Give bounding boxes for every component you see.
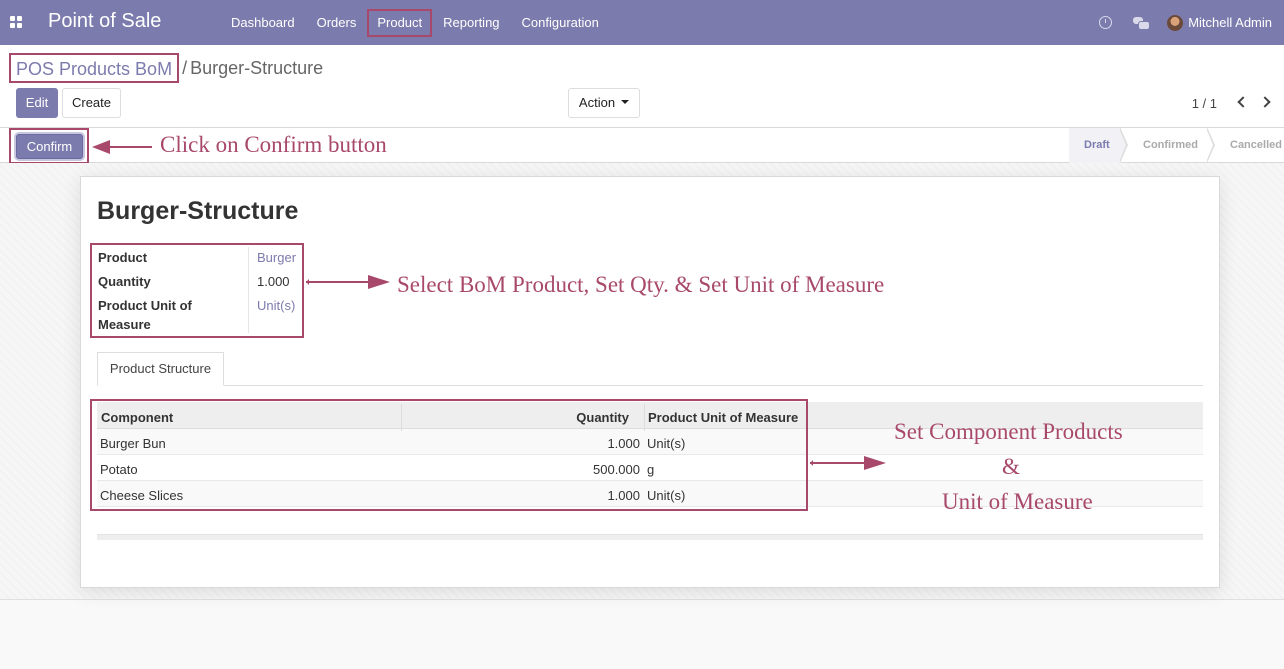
pager-value[interactable]: 1 / 1 [1192, 96, 1217, 111]
field-value-product[interactable]: Burger [257, 250, 296, 265]
arrow-head [864, 456, 886, 470]
breadcrumb-parent-link[interactable]: POS Products BoM [9, 53, 180, 83]
annotation-confirm: Click on Confirm button [160, 132, 387, 157]
arrow-head [368, 275, 390, 289]
annotation-arrow-components [810, 456, 886, 470]
tab-product-structure[interactable]: Product Structure [97, 352, 224, 386]
fields-highlight-box: Product Burger Quantity 1.000 Product Un… [90, 243, 304, 338]
menu-orders[interactable]: Orders [306, 9, 368, 37]
cell-component: Burger Bun [100, 436, 166, 451]
tab-underline [97, 385, 1203, 386]
menu-dashboard[interactable]: Dashboard [220, 9, 306, 37]
field-value-uom[interactable]: Unit(s) [257, 298, 295, 313]
avatar[interactable] [1167, 14, 1184, 31]
form-sheet: Burger-Structure Product Burger Quantity… [80, 176, 1220, 588]
cell-uom: g [647, 462, 655, 477]
confirm-highlight-box: Confirm [9, 128, 89, 164]
cell-uom: Unit(s) [647, 488, 686, 503]
apps-grid-icon[interactable] [10, 16, 22, 28]
table-highlight-box: Component Quantity Product Unit of Measu… [90, 399, 808, 511]
chevron-right-icon [1259, 96, 1271, 108]
cell-component: Cheese Slices [100, 488, 184, 503]
column-divider [401, 404, 402, 431]
create-button[interactable]: Create [62, 88, 121, 118]
stage-draft: Draft [1069, 127, 1128, 163]
stage-confirmed: Confirmed [1121, 127, 1215, 163]
clock-icon[interactable] [1099, 16, 1113, 29]
chevron-left-icon [1237, 96, 1249, 108]
table-footer [97, 534, 1203, 540]
action-label: Action [578, 95, 616, 110]
menu-reporting[interactable]: Reporting [432, 9, 510, 37]
record-title: Burger-Structure [97, 197, 299, 225]
annotation-arrow-fields [306, 275, 390, 289]
cell-component: Potato [100, 462, 138, 477]
breadcrumb-current: Burger-Structure [190, 57, 324, 78]
status-stages: Draft Confirmed Cancelled [1069, 127, 1284, 163]
menu-product[interactable]: Product [367, 9, 433, 37]
field-label-product: Product [98, 250, 148, 265]
arrow-shaft [100, 146, 152, 148]
stage-confirmed-label: Confirmed [1143, 139, 1198, 151]
app-title[interactable]: Point of Sale [48, 10, 161, 33]
menu-configuration[interactable]: Configuration [511, 9, 610, 37]
arrow-shaft [810, 462, 868, 464]
main-menu: Dashboard Orders Product Reporting Confi… [220, 9, 610, 37]
control-panel: POS Products BoM / Burger-Structure Edit… [0, 45, 1284, 128]
column-header-component[interactable]: Component [101, 404, 173, 431]
breadcrumb: POS Products BoM / Burger-Structure [9, 53, 323, 83]
column-header-quantity[interactable]: Quantity [404, 404, 629, 431]
action-dropdown[interactable]: Action [568, 88, 640, 118]
stage-cancelled: Cancelled [1208, 128, 1284, 163]
cell-uom: Unit(s) [647, 436, 686, 451]
annotation-fields: Select BoM Product, Set Qty. & Set Unit … [397, 272, 885, 297]
chat-icon[interactable] [1133, 17, 1151, 30]
stage-draft-label: Draft [1084, 139, 1110, 151]
stage-cancelled-label: Cancelled [1230, 139, 1282, 151]
column-header-uom[interactable]: Product Unit of Measure [648, 404, 798, 431]
pager-previous-button[interactable] [1234, 95, 1249, 111]
stage-separator [1206, 127, 1215, 163]
cell-quantity: 1.000 [607, 488, 640, 503]
annotation-components-line3: Unit of Measure [942, 489, 1093, 514]
confirm-button[interactable]: Confirm [16, 134, 83, 159]
caret-down-icon [621, 99, 630, 104]
stage-separator [1119, 127, 1128, 163]
annotation-arrow-confirm [92, 140, 154, 154]
edit-button[interactable]: Edit [16, 88, 58, 118]
field-label-quantity: Quantity [98, 274, 151, 289]
annotation-components-line1: Set Component Products [894, 419, 1123, 444]
top-navbar: Point of Sale Dashboard Orders Product R… [0, 0, 1284, 45]
field-value-quantity[interactable]: 1.000 [257, 274, 290, 289]
cell-quantity: 500.000 [593, 462, 640, 477]
field-label-uom-line2: Measure [98, 317, 151, 332]
arrow-shaft [306, 281, 372, 283]
navbar-right: Mitchell Admin [1099, 0, 1284, 45]
breadcrumb-separator: / [182, 57, 188, 78]
annotation-components-line2: & [1002, 454, 1020, 479]
pager-next-button[interactable] [1259, 95, 1274, 111]
fields-divider [248, 247, 249, 333]
user-menu[interactable]: Mitchell Admin [1188, 15, 1272, 30]
cell-quantity: 1.000 [607, 436, 640, 451]
column-divider [644, 404, 645, 431]
field-label-uom: Product Unit of [98, 298, 192, 313]
